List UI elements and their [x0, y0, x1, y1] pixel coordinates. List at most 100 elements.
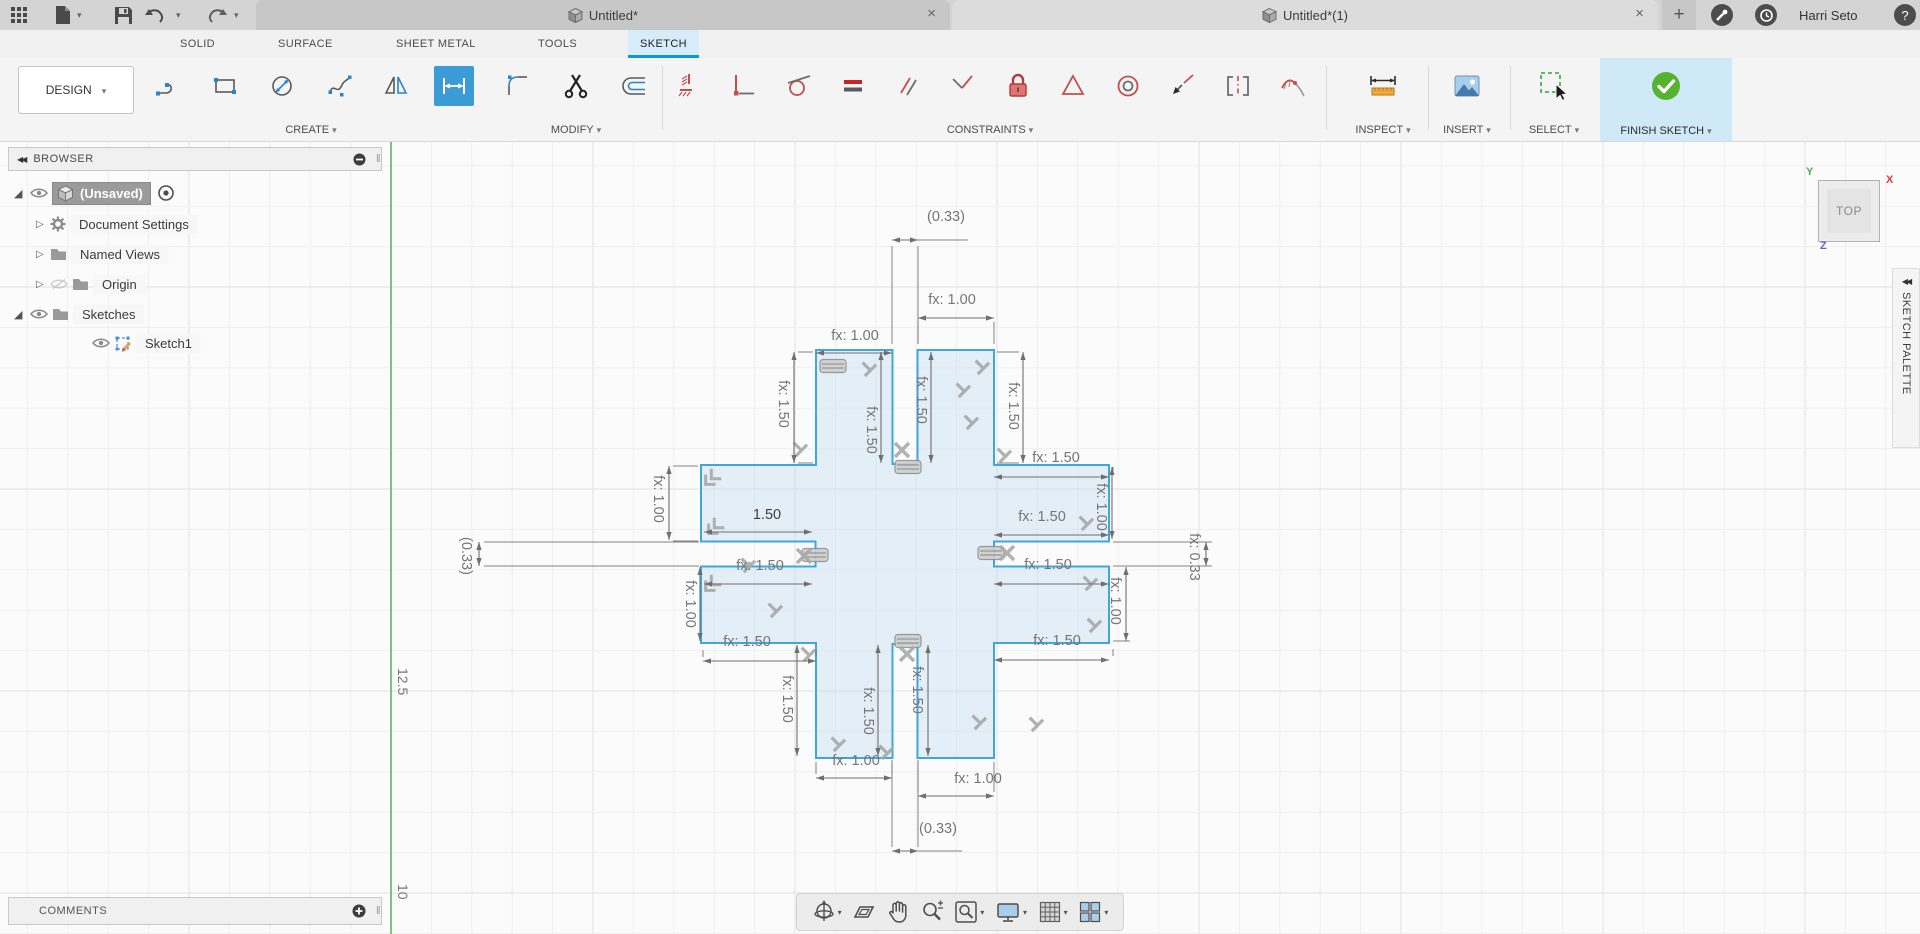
add-comment-icon[interactable]: [352, 904, 366, 918]
collinear-icon[interactable]: [1163, 66, 1203, 106]
curvature-icon[interactable]: [1273, 66, 1313, 106]
finish-sketch-button[interactable]: FINISH SKETCH: [1600, 58, 1732, 141]
tab-sketch[interactable]: SKETCH: [628, 30, 700, 58]
browser-item-unsaved[interactable]: ◢ (Unsaved): [14, 181, 178, 205]
collapse-panel-icon[interactable]: ◀◀: [17, 155, 27, 164]
viewcube[interactable]: TOP: [1818, 180, 1880, 242]
new-tab-icon[interactable]: +: [1662, 0, 1696, 30]
browser-header[interactable]: ◀◀ BROWSER ‖: [8, 147, 382, 171]
concentric-icon[interactable]: [1108, 66, 1148, 106]
browser-item-origin[interactable]: ▷ Origin: [36, 272, 146, 296]
sketch-dimension[interactable]: fx: 1.50: [997, 351, 1026, 464]
undo-dropdown-icon[interactable]: ▾: [176, 10, 181, 21]
expand-closed-icon[interactable]: ▷: [36, 219, 50, 230]
zoom-fit-icon[interactable]: ▾: [954, 900, 984, 924]
selected-doc[interactable]: (Unsaved): [52, 181, 151, 205]
offset-icon[interactable]: [614, 66, 654, 106]
job-status-clock-icon[interactable]: [1755, 4, 1777, 26]
save-icon[interactable]: [112, 4, 134, 26]
tab-surface[interactable]: SURFACE: [266, 30, 345, 58]
sketch-dimension[interactable]: fx: 1.00: [682, 567, 703, 641]
redo-icon[interactable]: [206, 4, 228, 26]
create-menu[interactable]: CREATE: [145, 124, 477, 136]
horizontal-vertical-icon[interactable]: [668, 66, 708, 106]
x-constraint-glyph[interactable]: [898, 645, 916, 663]
sketch-dimension[interactable]: fx: 1.00: [917, 292, 995, 344]
sketch-dimension[interactable]: fx: 1.50: [779, 645, 800, 756]
browser-item-named-views[interactable]: ▷ Named Views: [36, 242, 169, 266]
trim-icon[interactable]: [556, 66, 596, 106]
look-at-icon[interactable]: [852, 900, 876, 924]
viewports-icon[interactable]: ▾: [1078, 900, 1108, 924]
fillet-icon[interactable]: [498, 66, 538, 106]
measure-icon[interactable]: [1363, 66, 1403, 106]
extensions-icon[interactable]: [1711, 4, 1733, 26]
tangent-icon[interactable]: [778, 66, 818, 106]
help-icon[interactable]: ?: [1894, 4, 1916, 26]
select-menu[interactable]: SELECT: [1514, 124, 1594, 136]
mirror-icon[interactable]: [377, 66, 417, 106]
midpoint-icon[interactable]: [1053, 66, 1093, 106]
document-tab-untitled[interactable]: Untitled* ×: [256, 0, 950, 30]
rectangle-icon[interactable]: [205, 66, 245, 106]
tab-sheet-metal[interactable]: SHEET METAL: [384, 30, 488, 58]
expand-closed-icon[interactable]: ▷: [36, 249, 50, 260]
parallel-icon[interactable]: [888, 66, 928, 106]
comments-bar[interactable]: COMMENTS ‖: [8, 897, 382, 925]
zoom-icon[interactable]: [920, 900, 944, 924]
expand-open-icon[interactable]: ◢: [14, 187, 30, 200]
undo-icon[interactable]: [144, 4, 166, 26]
panel-grip[interactable]: ‖: [376, 153, 381, 165]
constraints-menu[interactable]: CONSTRAINTS: [666, 124, 1314, 136]
pill-constraint-glyph[interactable]: [894, 633, 922, 649]
insert-menu[interactable]: INSERT: [1432, 124, 1502, 136]
perpendicular-icon[interactable]: [943, 66, 983, 106]
file-dropdown-icon[interactable]: ▾: [77, 10, 82, 21]
viewcube-top-face[interactable]: TOP: [1827, 189, 1871, 233]
close-tab-icon[interactable]: ×: [1635, 5, 1644, 23]
modify-menu[interactable]: MODIFY: [495, 124, 657, 136]
eye-icon[interactable]: [30, 308, 48, 320]
pan-icon[interactable]: [887, 900, 909, 924]
expand-open-icon[interactable]: ◢: [14, 308, 30, 321]
remove-icon[interactable]: [353, 153, 366, 166]
x-constraint-glyph[interactable]: [893, 441, 911, 459]
activate-radio-icon[interactable]: [158, 185, 174, 201]
file-icon[interactable]: [52, 4, 74, 26]
eye-icon[interactable]: [92, 337, 110, 349]
redo-dropdown-icon[interactable]: ▾: [234, 10, 239, 21]
pill-constraint-glyph[interactable]: [894, 459, 922, 475]
line-icon[interactable]: [148, 66, 188, 106]
symmetry-icon[interactable]: [1218, 66, 1258, 106]
sketch-profile[interactable]: [700, 349, 1110, 759]
workspace-selector[interactable]: DESIGN: [18, 66, 134, 114]
sketch-palette-tab[interactable]: ◀◀ SKETCH PALETTE: [1892, 268, 1920, 448]
dimension-icon[interactable]: [434, 66, 475, 106]
tab-solid[interactable]: SOLID: [168, 30, 227, 58]
perp-constraint-glyph[interactable]: [1024, 712, 1045, 733]
app-menu-icon[interactable]: [8, 4, 30, 26]
sketch-dimension[interactable]: (0.33): [891, 760, 962, 854]
orbit-icon[interactable]: ▾: [812, 900, 842, 924]
equal-icon[interactable]: [833, 66, 873, 106]
sketch-dimension[interactable]: (0.33): [458, 537, 699, 575]
browser-item-document-settings[interactable]: ▷ Document Settings: [36, 212, 198, 236]
user-name[interactable]: Harri Seto: [1799, 8, 1858, 23]
expand-closed-icon[interactable]: ▷: [36, 279, 50, 290]
circle-icon[interactable]: [262, 66, 302, 106]
panel-grip[interactable]: ‖: [376, 905, 381, 917]
browser-item-sketches[interactable]: ◢ Sketches: [14, 302, 145, 326]
close-tab-icon[interactable]: ×: [927, 5, 936, 23]
eye-icon[interactable]: [30, 187, 48, 199]
document-tab-untitled-1[interactable]: Untitled*(1) ×: [952, 0, 1658, 30]
coincident-icon[interactable]: [723, 66, 763, 106]
select-icon[interactable]: [1534, 66, 1574, 106]
tab-tools[interactable]: TOOLS: [526, 30, 589, 58]
fix-lock-icon[interactable]: [998, 66, 1038, 106]
perp-constraint-glyph[interactable]: [788, 437, 809, 458]
sketch-dimension[interactable]: fx: 1.00: [917, 762, 1002, 799]
inspect-menu[interactable]: INSPECT: [1340, 124, 1426, 136]
insert-image-icon[interactable]: [1447, 66, 1487, 106]
display-settings-icon[interactable]: ▾: [995, 900, 1027, 924]
grid-settings-icon[interactable]: ▾: [1038, 900, 1068, 924]
